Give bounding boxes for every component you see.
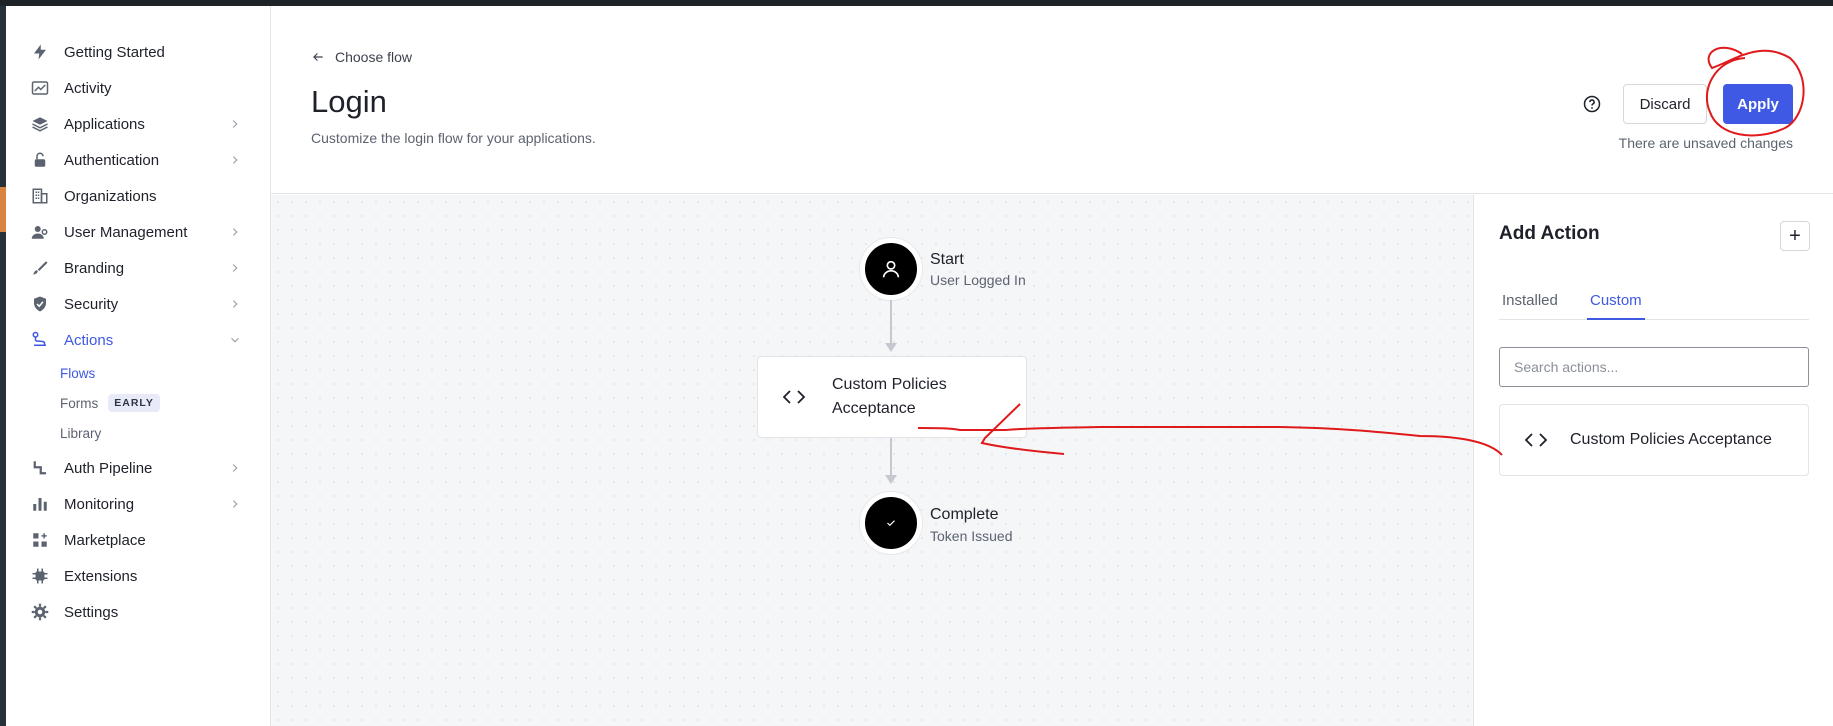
tab-custom[interactable]: Custom [1587, 283, 1645, 320]
sidebar-item-label: Organizations [64, 187, 157, 205]
layers-icon [30, 114, 50, 134]
sidebar-item-auth-pipeline[interactable]: Auth Pipeline [6, 450, 270, 486]
pipeline-icon [30, 458, 50, 478]
code-icon [782, 390, 806, 404]
page-header: Choose flow Login Customize the login fl… [271, 6, 1833, 194]
early-badge: EARLY [108, 394, 160, 412]
sidebar-item-label: User Management [64, 223, 188, 241]
help-icon[interactable] [1583, 95, 1601, 113]
sidebar-item-label: Security [64, 295, 119, 313]
back-label: Choose flow [335, 49, 413, 65]
check-icon [887, 520, 895, 527]
chart-line-icon [30, 78, 50, 98]
sidebar-item-security[interactable]: Security [6, 286, 270, 322]
sidebar-item-monitoring[interactable]: Monitoring [6, 486, 270, 522]
complete-node-title: Complete [930, 506, 999, 523]
tab-installed[interactable]: Installed [1499, 283, 1561, 320]
sidebar-item-actions[interactable]: Actions [6, 322, 270, 358]
panel-title: Add Action [1499, 223, 1600, 244]
user-icon [882, 260, 900, 278]
start-node [860, 238, 922, 300]
actions-icon [30, 330, 50, 350]
sidebar-item-label: Extensions [64, 567, 138, 585]
sidebar-nav-lower: Auth Pipeline Monitoring Marketplace Ext… [6, 448, 270, 630]
discard-button[interactable]: Discard [1623, 84, 1707, 124]
building-icon [30, 186, 50, 206]
subnav-item-flows[interactable]: Flows [6, 358, 270, 388]
sidebar-item-organizations[interactable]: Organizations [6, 178, 270, 214]
subnav-item-forms[interactable]: Forms EARLY [6, 388, 270, 418]
sidebar: Getting Started Activity Applications Au… [6, 6, 271, 726]
sidebar-item-label: Authentication [64, 151, 160, 169]
subnav-item-label: Flows [60, 365, 96, 381]
unsaved-changes-text: There are unsaved changes [1618, 135, 1793, 151]
chevron-right-icon [232, 500, 238, 508]
arrow-left-icon [313, 53, 323, 61]
shield-icon [30, 294, 50, 314]
chevron-right-icon [232, 228, 238, 236]
sidebar-item-getting-started[interactable]: Getting Started [6, 34, 270, 70]
start-node-title: Start [930, 251, 964, 268]
chevron-right-icon [232, 464, 238, 472]
lightning-icon [30, 42, 50, 62]
marketplace-icon [30, 530, 50, 550]
brush-icon [30, 258, 50, 278]
users-icon [30, 222, 50, 242]
apply-button[interactable]: Apply [1723, 84, 1793, 124]
sidebar-nav: Getting Started Activity Applications Au… [6, 6, 270, 358]
sidebar-item-branding[interactable]: Branding [6, 250, 270, 286]
sidebar-item-label: Settings [64, 603, 119, 621]
sidebar-item-label: Applications [64, 115, 145, 133]
connector-line [890, 438, 892, 478]
sidebar-item-activity[interactable]: Activity [6, 70, 270, 106]
chevron-right-icon [232, 120, 238, 128]
page-title: Login [311, 84, 387, 119]
search-actions-input[interactable] [1499, 347, 1809, 387]
subnav-item-label: Library [60, 425, 102, 441]
sidebar-item-label: Getting Started [64, 43, 165, 61]
panel-tabs: Installed Custom [1499, 283, 1809, 320]
flow-action-card[interactable]: Custom Policies Acceptance [757, 356, 1027, 438]
actions-subnav: Flows Forms EARLY Library [6, 358, 270, 448]
gear-icon [30, 602, 50, 622]
sidebar-item-label: Monitoring [64, 495, 135, 513]
action-list-item-name: Custom Policies Acceptance [1570, 431, 1772, 448]
sidebar-item-authentication[interactable]: Authentication [6, 142, 270, 178]
sidebar-item-label: Branding [64, 259, 125, 277]
add-action-panel: Add Action + Installed Custom Custom Pol… [1473, 195, 1833, 726]
sidebar-item-label: Auth Pipeline [64, 459, 153, 477]
sidebar-item-extensions[interactable]: Extensions [6, 558, 270, 594]
action-list-item[interactable]: Custom Policies Acceptance [1499, 404, 1809, 476]
chip-icon [30, 566, 50, 586]
chevron-down-icon [231, 337, 239, 343]
choose-flow-link[interactable]: Choose flow [311, 49, 412, 65]
sidebar-item-applications[interactable]: Applications [6, 106, 270, 142]
create-action-button[interactable]: + [1780, 221, 1810, 251]
connector-arrow [885, 475, 897, 484]
connector-arrow [885, 343, 897, 352]
chevron-right-icon [232, 156, 238, 164]
subnav-item-library[interactable]: Library [6, 418, 270, 448]
sidebar-item-label: Marketplace [64, 531, 146, 549]
bar-chart-icon [30, 494, 50, 514]
chevron-right-icon [232, 300, 238, 308]
sidebar-item-label: Activity [64, 79, 112, 97]
subnav-item-label: Forms [60, 395, 99, 411]
complete-node-subtitle: Token Issued [930, 528, 1013, 544]
complete-node [860, 492, 922, 554]
code-icon [1524, 433, 1548, 447]
chevron-right-icon [232, 264, 238, 272]
sidebar-item-settings[interactable]: Settings [6, 594, 270, 630]
start-node-subtitle: User Logged In [930, 272, 1026, 288]
lock-icon [30, 150, 50, 170]
flow-canvas[interactable]: Start User Logged In Custom Policies Acc… [271, 195, 1473, 726]
sidebar-item-marketplace[interactable]: Marketplace [6, 522, 270, 558]
sidebar-item-label: Actions [64, 331, 114, 349]
connector-line [890, 300, 892, 346]
sidebar-item-user-management[interactable]: User Management [6, 214, 270, 250]
flow-action-name: Custom Policies Acceptance [832, 376, 947, 417]
page-subtitle: Customize the login flow for your applic… [311, 130, 596, 146]
